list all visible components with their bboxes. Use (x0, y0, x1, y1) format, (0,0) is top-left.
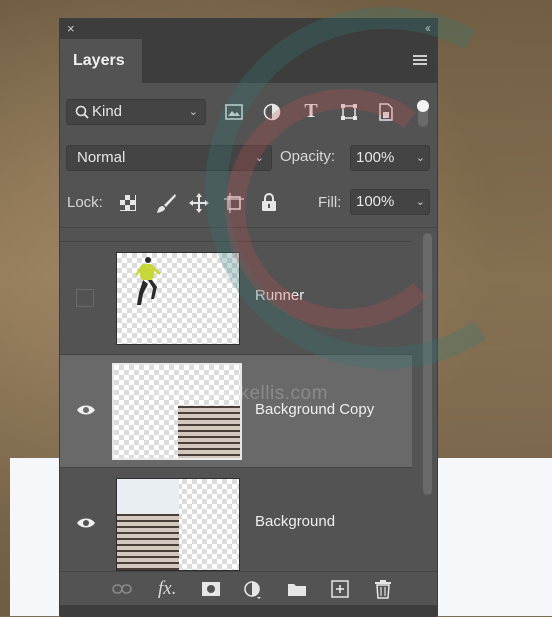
fill-field[interactable]: 100% ⌄ (350, 189, 430, 215)
eye-icon[interactable] (76, 403, 96, 417)
layers-list: Runner Background Copy Background (60, 241, 412, 571)
lock-position-icon[interactable] (188, 192, 210, 214)
blend-row: Normal ⌄ Opacity: 100% ⌄ (60, 145, 437, 173)
search-icon (75, 105, 89, 119)
lock-transparent-pixels-icon[interactable] (119, 194, 137, 212)
collapse-panel-icon[interactable]: ‹‹ (425, 21, 431, 35)
panel-menu-icon[interactable] (413, 55, 427, 66)
stairs-image (178, 405, 240, 458)
lock-label: Lock: (67, 194, 103, 211)
layer-row-background[interactable]: Background (60, 467, 412, 580)
layer-name[interactable]: Runner (255, 287, 304, 304)
panel-footer: fx. (60, 571, 437, 606)
group-folder-icon[interactable] (287, 581, 307, 597)
tab-layers[interactable]: Layers (60, 39, 142, 83)
mask-icon[interactable] (201, 581, 221, 597)
layer-thumbnail (116, 252, 240, 345)
kind-filter-label: Kind (92, 103, 123, 120)
close-panel-icon[interactable]: × (67, 21, 75, 36)
type-filter-icon[interactable]: T (301, 101, 321, 121)
fill-value: 100% (356, 193, 395, 210)
adjustment-layer-icon[interactable] (243, 580, 263, 600)
fx-icon[interactable]: fx. (158, 578, 176, 600)
kind-filter-dropdown[interactable]: Kind ⌄ (66, 99, 206, 125)
eye-icon[interactable] (76, 516, 96, 530)
new-layer-icon[interactable] (331, 580, 349, 598)
opacity-label: Opacity: (280, 148, 336, 165)
chevron-down-icon: ⌄ (254, 152, 264, 164)
divider (60, 227, 437, 228)
panel-tab-row: Layers (60, 39, 437, 83)
lock-row: Lock: Fill: 100% ⌄ (60, 189, 437, 217)
layer-thumbnail (112, 363, 242, 460)
adjustment-filter-icon[interactable] (263, 103, 281, 121)
filter-toggle-switch[interactable] (416, 99, 430, 129)
blend-mode-value: Normal (77, 149, 126, 166)
smart-object-filter-icon[interactable] (378, 103, 394, 121)
layers-panel: × ‹‹ Layers Kind ⌄ T Normal ⌄ Opacity: 1… (59, 18, 438, 617)
panel-bottom-strip (60, 605, 437, 617)
opacity-field[interactable]: 100% ⌄ (350, 145, 430, 171)
visibility-toggle-empty[interactable] (76, 289, 94, 307)
opacity-value: 100% (356, 149, 395, 166)
stairs-image (117, 513, 179, 570)
layer-thumbnail (116, 478, 240, 571)
blend-mode-dropdown[interactable]: Normal ⌄ (66, 145, 272, 171)
layer-row-runner[interactable]: Runner (60, 241, 412, 354)
layer-name[interactable]: Background Copy (255, 401, 374, 418)
shape-filter-icon[interactable] (340, 103, 358, 121)
link-layers-icon[interactable] (112, 583, 132, 595)
trash-icon[interactable] (374, 579, 392, 599)
layer-name[interactable]: Background (255, 513, 335, 530)
chevron-down-icon[interactable]: ⌄ (416, 146, 425, 170)
chevron-down-icon: ⌄ (188, 106, 198, 118)
layers-scrollbar[interactable] (423, 233, 432, 495)
runner-figure (135, 257, 161, 305)
image-filter-icon[interactable] (225, 104, 243, 120)
chevron-down-icon[interactable]: ⌄ (416, 190, 425, 214)
panel-titlebar: × ‹‹ (60, 19, 437, 39)
fill-label: Fill: (318, 194, 342, 211)
lock-artboard-icon[interactable] (223, 192, 245, 214)
lock-image-pixels-icon[interactable] (155, 192, 177, 214)
filter-row: Kind ⌄ T (60, 99, 437, 129)
lock-all-icon[interactable] (260, 192, 278, 212)
layer-row-background-copy[interactable]: Background Copy (60, 354, 412, 467)
